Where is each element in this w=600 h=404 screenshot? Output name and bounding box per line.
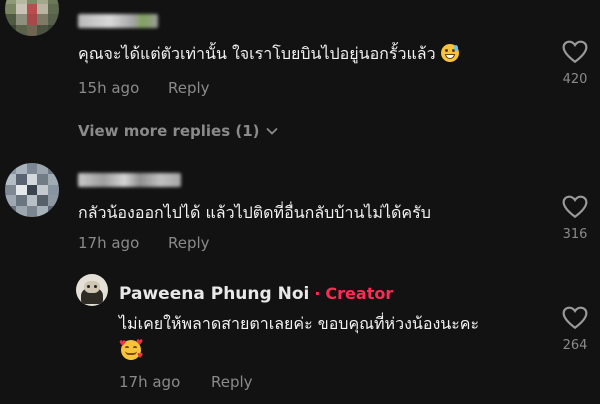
view-more-label: View more replies (1): [78, 122, 260, 140]
smiling-hearts-emoji: ♥ ♥ ♥: [119, 338, 144, 360]
creator-reply-timestamp: 17h ago: [119, 373, 181, 391]
heart-outline-icon[interactable]: [562, 195, 588, 219]
view-more-replies[interactable]: View more replies (1): [78, 122, 278, 140]
reply-button[interactable]: Reply: [211, 373, 253, 391]
like-count: 264: [562, 338, 588, 353]
reply-button[interactable]: Reply: [168, 234, 210, 252]
heart-outline-icon[interactable]: [562, 40, 588, 64]
heart-outline-icon[interactable]: [562, 306, 588, 330]
creator-header: Paweena Phung Noi · Creator: [119, 284, 393, 304]
chevron-down-icon: [265, 127, 278, 135]
grinning-sweat-emoji: [440, 44, 459, 62]
like-count: 420: [562, 72, 588, 87]
creator-name[interactable]: Paweena Phung Noi: [119, 284, 309, 304]
commenter-avatar[interactable]: [5, 0, 59, 36]
creator-reply-text: ไม่เคยให้พลาดสายตาเลยค่ะ ขอบคุณที่ห่วงน้…: [119, 314, 480, 333]
like-count: 316: [562, 227, 588, 242]
comment-text: คุณจะได้แต่ตัวเท่านั้น ใจเราโบยบินไปอยู่…: [78, 44, 459, 64]
commenter-name-blurred[interactable]: [78, 14, 158, 28]
comment-text-body: คุณจะได้แต่ตัวเท่านั้น ใจเราโบยบินไปอยู่…: [78, 44, 436, 63]
creator-separator: ·: [314, 284, 321, 303]
creator-avatar[interactable]: [76, 274, 108, 306]
comment-timestamp: 15h ago: [78, 79, 140, 97]
reply-button[interactable]: Reply: [168, 79, 210, 97]
comment-text: กลัวน้องออกไปได้ แล้วไปติดที่อื่นกลับบ้า…: [78, 203, 431, 222]
comment-timestamp: 17h ago: [78, 234, 140, 252]
commenter-name-blurred[interactable]: [78, 173, 181, 187]
creator-badge: Creator: [325, 284, 394, 303]
commenter-avatar[interactable]: [5, 163, 59, 217]
